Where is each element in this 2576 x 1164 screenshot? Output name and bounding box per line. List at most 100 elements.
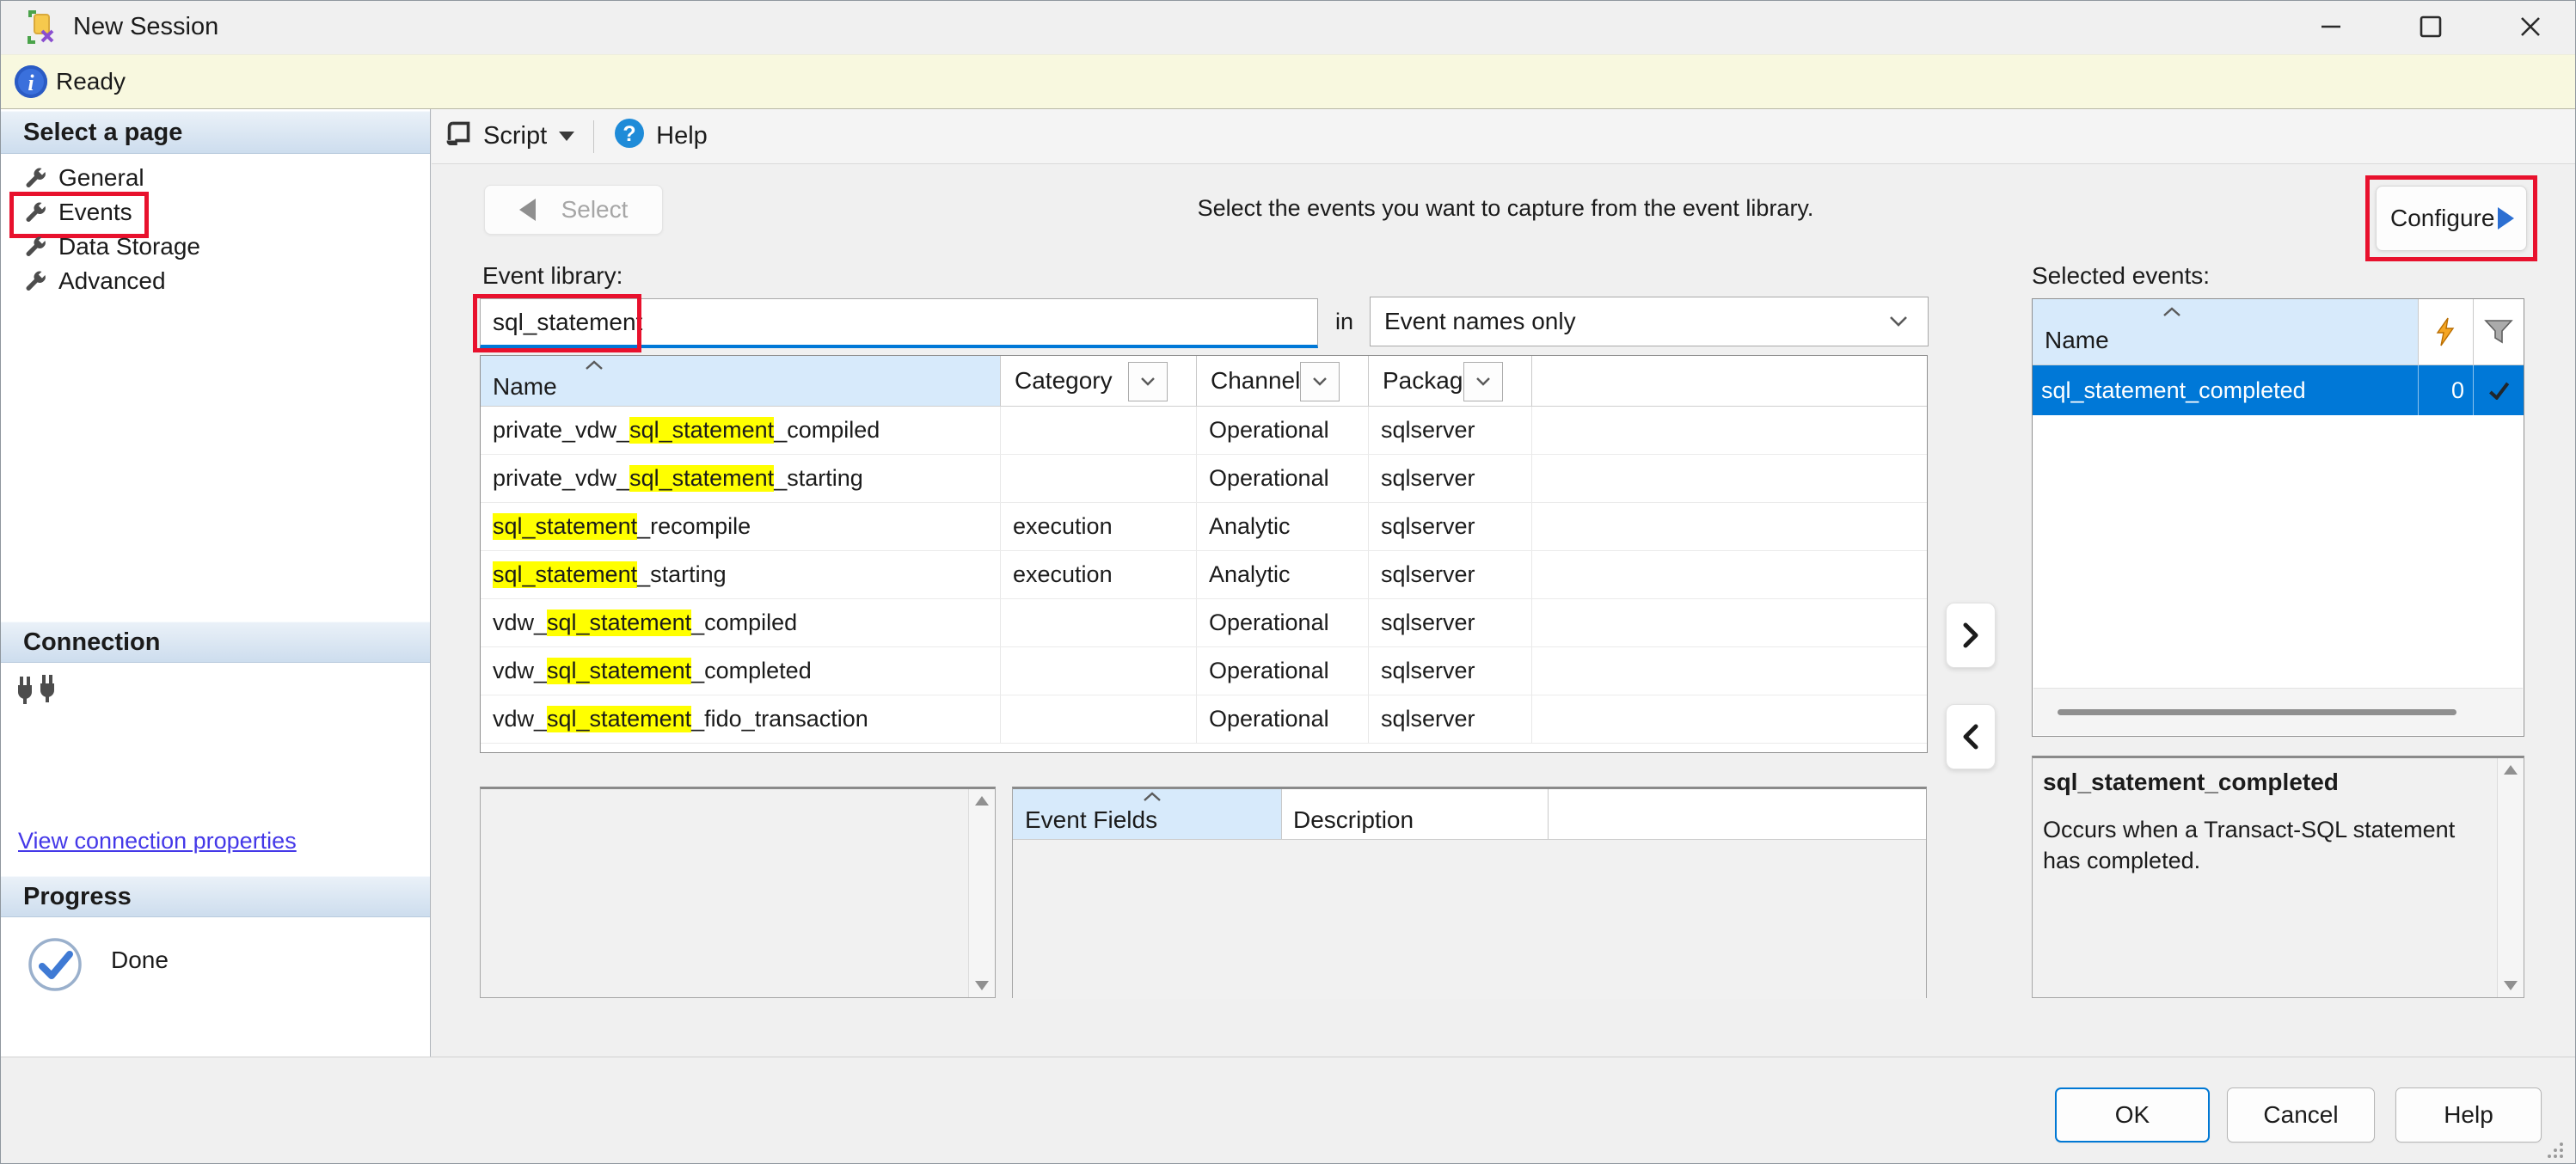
- maximize-button[interactable]: [2391, 1, 2470, 52]
- column-header-spacer: [1532, 356, 1927, 406]
- package-cell: sqlserver: [1369, 503, 1532, 550]
- vertical-scrollbar[interactable]: [2497, 758, 2524, 997]
- add-event-button[interactable]: [1946, 603, 1996, 668]
- wrench-icon: [23, 236, 46, 259]
- selected-events-label: Selected events:: [2032, 262, 2210, 290]
- instruction-text: Select the events you want to capture fr…: [1015, 195, 1996, 222]
- channel-cell: Analytic: [1197, 551, 1369, 598]
- script-icon: [444, 119, 473, 155]
- channel-cell: Operational: [1197, 695, 1369, 743]
- forward-arrow-icon: [2498, 207, 2514, 230]
- remove-event-button[interactable]: [1946, 704, 1996, 769]
- status-bar: i Ready: [1, 54, 2576, 109]
- sidebar-item-label: Advanced: [58, 267, 166, 295]
- table-row[interactable]: private_vdw_sql_statement_compiledOperat…: [481, 407, 1927, 455]
- sidebar-item-advanced[interactable]: Advanced: [1, 264, 430, 298]
- column-header-name[interactable]: Name: [481, 356, 1001, 406]
- search-match-highlight: sql_statement: [493, 513, 637, 540]
- scroll-up-icon[interactable]: [975, 796, 989, 806]
- help-button[interactable]: Help: [2395, 1087, 2542, 1143]
- selected-event-row[interactable]: sql_statement_completed0: [2033, 365, 2524, 415]
- channel-cell: Operational: [1197, 647, 1369, 695]
- new-session-dialog: New Session i Ready Select a page Genera…: [0, 0, 2576, 1164]
- spacer-cell: [1532, 551, 1927, 598]
- status-text: Ready: [56, 68, 126, 95]
- spacer-cell: [1532, 599, 1927, 646]
- selected-events-header: Name: [2033, 299, 2524, 365]
- channel-cell: Operational: [1197, 455, 1369, 502]
- wrench-icon: [23, 167, 46, 190]
- column-header-selected-name[interactable]: Name: [2033, 299, 2419, 365]
- scroll-up-icon[interactable]: [2504, 765, 2518, 775]
- scrollbar-thumb[interactable]: [2058, 709, 2456, 715]
- main-toolbar: Script ? Help: [432, 109, 2576, 164]
- minimize-button[interactable]: [2291, 1, 2371, 52]
- event-search-input[interactable]: [480, 298, 1318, 348]
- channel-filter-dropdown[interactable]: [1300, 362, 1340, 401]
- configure-button[interactable]: Configure: [2376, 186, 2527, 251]
- horizontal-scrollbar[interactable]: [2033, 688, 2523, 735]
- package-cell: sqlserver: [1369, 695, 1532, 743]
- package-cell: sqlserver: [1369, 599, 1532, 646]
- filter-column-header[interactable]: [2473, 299, 2524, 365]
- sidebar-item-data-storage[interactable]: Data Storage: [1, 230, 430, 264]
- configure-label: Configure: [2390, 205, 2494, 232]
- event-fields-body: [1013, 840, 1926, 999]
- column-header-channel[interactable]: Channel: [1197, 356, 1369, 406]
- spacer-cell: [1532, 455, 1927, 502]
- vertical-scrollbar[interactable]: [968, 789, 995, 997]
- event-description-title: sql_statement_completed: [2043, 769, 2339, 796]
- script-label: Script: [483, 122, 547, 150]
- category-cell: execution: [1001, 503, 1197, 550]
- sidebar-item-events[interactable]: Events: [1, 195, 430, 230]
- table-row[interactable]: sql_statement_startingexecutionAnalytics…: [481, 551, 1927, 599]
- script-button[interactable]: Script: [432, 114, 586, 159]
- search-scope-value: Event names only: [1384, 308, 1576, 335]
- cancel-button[interactable]: Cancel: [2227, 1087, 2375, 1143]
- package-cell: sqlserver: [1369, 647, 1532, 695]
- check-icon: [2487, 381, 2511, 400]
- ok-button[interactable]: OK: [2055, 1087, 2210, 1143]
- package-cell: sqlserver: [1369, 455, 1532, 502]
- column-header-event-fields[interactable]: Event Fields: [1013, 789, 1282, 839]
- scroll-down-icon[interactable]: [975, 981, 989, 990]
- svg-text:?: ?: [623, 122, 636, 146]
- sort-ascending-icon: [2162, 306, 2182, 322]
- actions-column-header[interactable]: [2418, 299, 2474, 365]
- spacer-cell: [1532, 407, 1927, 454]
- connection-icon: [16, 675, 61, 717]
- search-match-highlight: sql_statement: [547, 706, 691, 732]
- select-back-button[interactable]: Select: [484, 185, 663, 235]
- package-filter-dropdown[interactable]: [1463, 362, 1503, 401]
- filter-funnel-icon: [2484, 319, 2513, 345]
- column-header-description[interactable]: Description: [1281, 789, 1549, 839]
- select-a-page-header: Select a page: [1, 111, 430, 154]
- table-row[interactable]: sql_statement_recompileexecutionAnalytic…: [481, 503, 1927, 551]
- table-row[interactable]: vdw_sql_statement_compiledOperationalsql…: [481, 599, 1927, 647]
- category-filter-dropdown[interactable]: [1128, 362, 1168, 401]
- script-dropdown-caret[interactable]: [559, 132, 574, 141]
- sidebar-item-general[interactable]: General: [1, 161, 430, 195]
- column-header-package[interactable]: Package: [1369, 356, 1532, 406]
- search-match-highlight: sql_statement: [493, 561, 637, 588]
- category-cell: [1001, 695, 1197, 743]
- connection-header: Connection: [1, 622, 430, 663]
- view-connection-properties-link[interactable]: View connection properties: [18, 828, 297, 855]
- table-row[interactable]: private_vdw_sql_statement_startingOperat…: [481, 455, 1927, 503]
- package-cell: sqlserver: [1369, 407, 1532, 454]
- window-title: New Session: [73, 13, 218, 41]
- event-description-panel: sql_statement_completed Occurs when a Tr…: [2032, 756, 2524, 998]
- close-button[interactable]: [2491, 1, 2570, 52]
- table-row[interactable]: vdw_sql_statement_completedOperationalsq…: [481, 647, 1927, 695]
- back-arrow-icon: [519, 199, 536, 221]
- scroll-down-icon[interactable]: [2504, 981, 2518, 990]
- spacer-cell: [1532, 503, 1927, 550]
- column-header-category[interactable]: Category: [1001, 356, 1197, 406]
- chevron-right-icon: [1959, 620, 1983, 651]
- selected-event-name: sql_statement_completed: [2033, 365, 2418, 415]
- search-scope-dropdown[interactable]: Event names only: [1370, 297, 1929, 346]
- help-toolbar-button[interactable]: ? Help: [601, 114, 720, 159]
- resize-grip[interactable]: [2544, 1139, 2565, 1160]
- event-name-cell: vdw_sql_statement_fido_transaction: [481, 695, 1001, 743]
- table-row[interactable]: vdw_sql_statement_fido_transaction Operat…: [481, 695, 1927, 744]
